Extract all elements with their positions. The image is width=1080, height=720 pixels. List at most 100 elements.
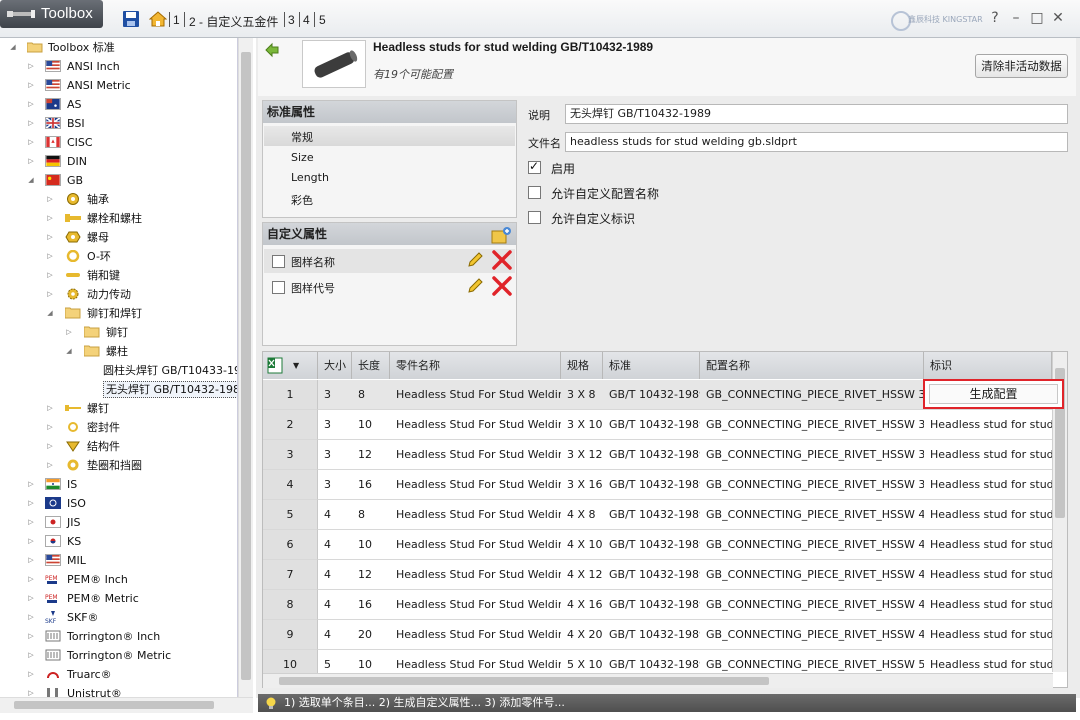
close-icon[interactable]: ✕ [1050,10,1066,26]
expand-arrow-icon[interactable]: ▷ [26,665,36,684]
row-number[interactable]: 1 [263,380,318,410]
expand-arrow-icon[interactable]: ▷ [26,494,36,513]
row-number[interactable]: 5 [263,500,318,530]
collapse-arrow-icon[interactable]: ◢ [8,38,18,57]
tree-item[interactable]: ◢ 螺柱 [0,342,237,361]
tree-item[interactable]: ▷ KS [0,532,237,551]
minimize-icon[interactable]: – [1008,10,1024,26]
home-icon[interactable] [149,10,167,28]
table-row[interactable]: 9 4 20 Headless Stud For Stud Welding 4 X 20… [263,620,1053,650]
tree-item[interactable]: ▷ 螺栓和螺柱 [0,209,237,228]
expand-arrow-icon[interactable]: ▷ [26,532,36,551]
tree-root[interactable]: ◢ Toolbox 标准 [8,38,237,57]
expand-arrow-icon[interactable]: ▷ [45,399,55,418]
expand-arrow-icon[interactable]: ▷ [26,152,36,171]
tree-item[interactable]: ▷ CISC [0,133,237,152]
tree-item[interactable]: ▷ AS [0,95,237,114]
excel-export-header[interactable]: ▼ [263,352,318,379]
standard-prop-length[interactable]: Length [291,171,329,184]
expand-arrow-icon[interactable]: ▷ [26,513,36,532]
add-custom-property-icon[interactable] [489,225,513,245]
help-icon[interactable]: ? [987,10,1003,26]
custom-prop-checkbox-1[interactable] [272,255,285,268]
edit-pencil-icon[interactable] [466,277,484,295]
expand-arrow-icon[interactable]: ▷ [45,190,55,209]
expand-arrow-icon[interactable]: ▷ [26,646,36,665]
allow-custom-config-checkbox[interactable] [528,186,541,199]
expand-arrow-icon[interactable]: ▷ [26,95,36,114]
tree-item[interactable]: ▷ 铆钉 [0,323,237,342]
tree-item[interactable]: ▷ BSI [0,114,237,133]
excel-icon[interactable] [267,357,285,374]
expand-arrow-icon[interactable]: ▷ [26,76,36,95]
expand-arrow-icon[interactable]: ▷ [45,456,55,475]
custom-prop-checkbox-2[interactable] [272,281,285,294]
expand-arrow-icon[interactable]: ▷ [26,133,36,152]
column-header-length[interactable]: 长度 [352,352,390,379]
expand-arrow-icon[interactable]: ▷ [45,437,55,456]
tree-item[interactable]: ▷ 销和键 [0,266,237,285]
breadcrumb-5[interactable]: 5 [319,13,326,27]
row-number[interactable]: 3 [263,440,318,470]
tree-item[interactable]: ▷ SKF SKF® [0,608,237,627]
standard-prop-general[interactable]: 常规 [291,129,313,145]
column-header-standard[interactable]: 标准 [603,352,700,379]
row-number[interactable]: 7 [263,560,318,590]
expand-arrow-icon[interactable]: ▷ [45,209,55,228]
allow-custom-id-checkbox[interactable] [528,211,541,224]
row-number[interactable]: 8 [263,590,318,620]
tree-item[interactable]: ▷ DIN [0,152,237,171]
save-icon[interactable] [122,10,140,28]
tree-item[interactable]: ▷ ANSI Inch [0,57,237,76]
toolbox-tab[interactable]: Toolbox [0,0,103,28]
expand-arrow-icon[interactable]: ▷ [26,57,36,76]
breadcrumb-1[interactable]: 1 [173,13,180,27]
tree-item[interactable]: ▷ 结构件 [0,437,237,456]
clear-inactive-data-button[interactable]: 清除非活动数据 [975,54,1068,78]
filename-field[interactable]: headless studs for stud welding gb.sldpr… [565,132,1068,152]
standard-prop-color[interactable]: 彩色 [291,192,313,208]
table-row[interactable]: 2 3 10 Headless Stud For Stud Welding 3 X 10… [263,410,1053,440]
breadcrumb-3[interactable]: 3 [288,13,295,27]
tree-item[interactable]: ◢ 铆钉和焊钉 [0,304,237,323]
collapse-arrow-icon[interactable]: ◢ [64,342,74,361]
table-row[interactable]: 8 4 16 Headless Stud For Stud Welding 4 X 16… [263,590,1053,620]
tree-item[interactable]: ▷ Torrington® Inch [0,627,237,646]
tree-item[interactable]: ▷ 密封件 [0,418,237,437]
expand-arrow-icon[interactable]: ▷ [26,608,36,627]
expand-arrow-icon[interactable]: ▷ [26,627,36,646]
column-header-size[interactable]: 大小 [318,352,352,379]
column-header-spec[interactable]: 规格 [561,352,603,379]
tree-item[interactable]: 无头焊钉 GB/T10432-1989 [0,380,237,399]
tree-item[interactable]: ▷ Truarc® [0,665,237,684]
expand-arrow-icon[interactable]: ▷ [45,418,55,437]
tree-item[interactable]: ▷ MIL [0,551,237,570]
tree-item[interactable]: ▷ PEM PEM® Inch [0,570,237,589]
tree-item[interactable]: 圆柱头焊钉 GB/T10433-19 [0,361,237,380]
expand-arrow-icon[interactable]: ▷ [26,570,36,589]
tree-item[interactable]: ▷ O-环 [0,247,237,266]
row-number[interactable]: 4 [263,470,318,500]
tree-horizontal-scrollbar[interactable] [0,697,253,713]
table-horizontal-scrollbar[interactable] [263,673,1053,688]
tree-item[interactable]: ▷ JIS [0,513,237,532]
expand-arrow-icon[interactable]: ▷ [45,285,55,304]
collapse-arrow-icon[interactable]: ◢ [45,304,55,323]
expand-arrow-icon[interactable]: ▷ [45,266,55,285]
collapse-arrow-icon[interactable]: ◢ [26,171,36,190]
generate-config-button[interactable]: 生成配置 [929,384,1058,404]
table-row[interactable]: 7 4 12 Headless Stud For Stud Welding 4 X 12… [263,560,1053,590]
tree-item[interactable]: ▷ 垫圈和挡圈 [0,456,237,475]
enable-checkbox[interactable] [528,159,541,174]
column-header-identifier[interactable]: 标识 [924,352,1052,379]
dropdown-arrow-icon[interactable]: ▼ [293,352,299,379]
expand-arrow-icon[interactable]: ▷ [26,589,36,608]
tree-item[interactable]: ▷ 动力传动 [0,285,237,304]
row-number[interactable]: 2 [263,410,318,440]
tree-item[interactable]: ▷ ANSI Metric [0,76,237,95]
expand-arrow-icon[interactable]: ▷ [45,247,55,266]
expand-arrow-icon[interactable]: ▷ [45,228,55,247]
expand-arrow-icon[interactable]: ▷ [26,475,36,494]
column-header-config-name[interactable]: 配置名称 [700,352,924,379]
back-arrow-icon[interactable] [264,42,280,58]
